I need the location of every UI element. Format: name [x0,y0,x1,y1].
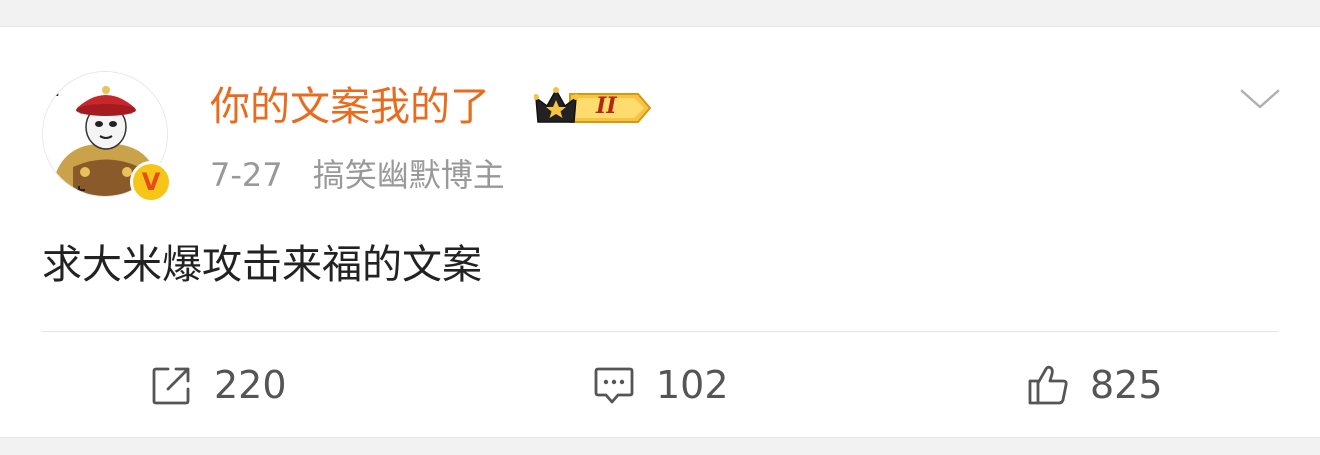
member-level-badge[interactable]: II [534,85,652,131]
like-button[interactable]: 825 [1026,332,1163,437]
repost-count: 220 [214,362,287,407]
crown-icon [534,87,652,123]
user-tagline: 搞笑幽默博主 [312,156,505,194]
comment-button[interactable]: 102 [592,332,729,437]
comment-bubble-icon [594,367,634,403]
repost-button[interactable]: 220 [150,332,287,437]
avatar[interactable]: V [42,71,172,203]
share-out-icon [152,367,190,404]
post-content: 求大米爆攻击来福的文案 [42,242,482,288]
bottom-spacer [0,437,1320,455]
post-meta: 7-27 搞笑幽默博主 [210,153,505,197]
like-count: 825 [1090,362,1163,407]
username[interactable]: 你的文案我的了 [210,79,490,135]
top-spacer [0,0,1320,27]
post-menu-button[interactable] [1238,83,1282,113]
post-card[interactable]: V 你的文案我的了 II 7-27 搞笑幽默博主 求大米爆攻击来福的文案 220… [0,27,1320,437]
action-bar: 220 102 825 [0,332,1320,437]
verified-badge: V [130,161,172,203]
chevron-down-icon [1240,89,1280,109]
level-badge-text: II [596,93,617,119]
comment-count: 102 [656,362,729,407]
post-date: 7-27 [210,156,283,194]
thumbs-up-icon [1028,365,1068,404]
